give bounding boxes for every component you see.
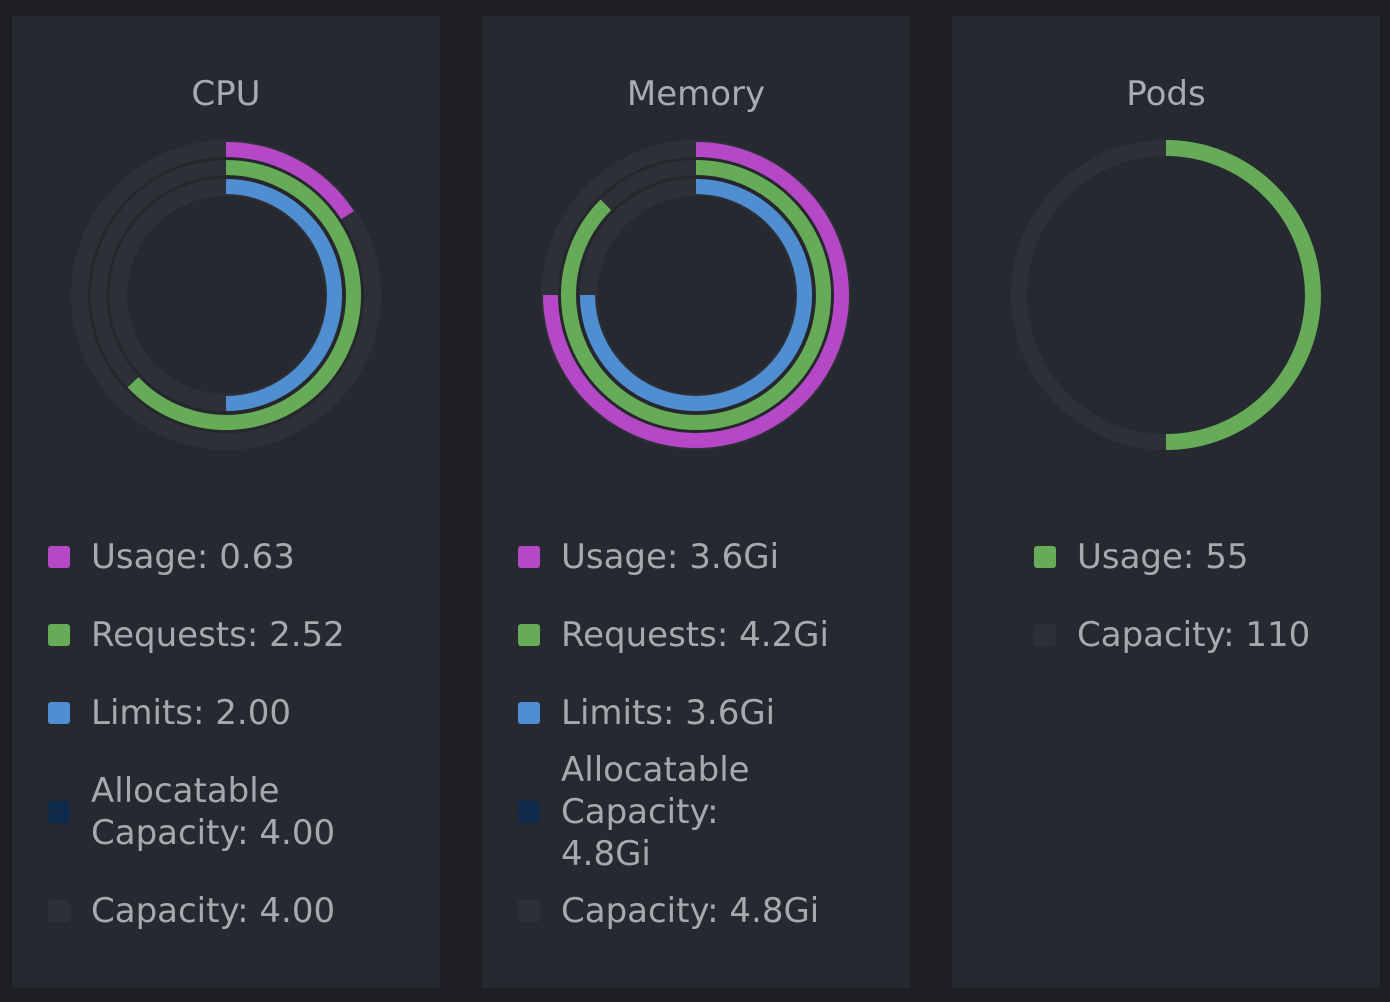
ring-separator [576,175,816,415]
panel-title: CPU [191,74,261,114]
legend-item-capacity: Capacity: 4.00 [48,872,430,950]
requests-swatch [48,624,70,646]
legend-item-usage: Usage: 55 [1034,518,1370,596]
legend-label: Capacity: 4.8Gi [561,891,820,931]
legend-label: Limits: 2.00 [91,693,291,733]
requests-arc [561,160,831,430]
capacity-swatch [518,900,540,922]
legend-label: Capacity: 110 [1077,615,1311,655]
allocatable-swatch [48,801,70,823]
legend-label: Usage: 3.6Gi [561,537,780,577]
legend-item-usage: Usage: 3.6Gi [518,518,900,596]
legend-label: Requests: 2.52 [91,615,345,655]
legend-label: Usage: 55 [1077,537,1249,577]
cpu-panel: CPU Usage: 0.63 Requests: 2.52 Limits: 2… [12,16,440,988]
allocatable-swatch [518,801,540,823]
cpu-donut-chart [71,140,381,450]
legend-label: Capacity: 4.00 [91,891,336,931]
pods-legend: Usage: 55 Capacity: 110 [1034,518,1370,674]
memory-panel: Memory Usage: 3.6Gi Requests: 4.2Gi Limi… [482,16,910,988]
legend-item-capacity: Capacity: 4.8Gi [518,872,900,950]
capacity-swatch [1034,624,1056,646]
legend-label: Usage: 0.63 [91,537,295,577]
memory-legend: Usage: 3.6Gi Requests: 4.2Gi Limits: 3.6… [518,518,900,950]
legend-label: Requests: 4.2Gi [561,615,829,655]
cpu-legend: Usage: 0.63 Requests: 2.52 Limits: 2.00 … [48,518,430,950]
pods-panel: Pods Usage: 55 Capacity: 110 [952,16,1380,988]
capacity-swatch [48,900,70,922]
legend-item-usage: Usage: 0.63 [48,518,430,596]
legend-item-requests: Requests: 2.52 [48,596,430,674]
legend-item-limits: Limits: 2.00 [48,674,430,752]
ring-separator [106,175,346,415]
panel-title: Memory [626,74,766,114]
usage-swatch [1034,546,1056,568]
requests-arc [1165,140,1321,450]
limits-swatch [518,702,540,724]
usage-swatch [518,546,540,568]
legend-label: Allocatable Capacity: 4.00 [91,771,336,853]
ring-separator [88,157,364,433]
legend-item-limits: Limits: 3.6Gi [518,674,900,752]
requests-swatch [518,624,540,646]
resource-panels: CPU Usage: 0.63 Requests: 2.52 Limits: 2… [0,0,1390,1002]
memory-donut-chart [541,140,851,450]
legend-item-requests: Requests: 4.2Gi [518,596,900,674]
panel-title: Pods [1126,74,1206,114]
limits-swatch [48,702,70,724]
usage-swatch [48,546,70,568]
legend-item-allocatable: Allocatable Capacity: 4.00 [48,752,430,872]
legend-label: Limits: 3.6Gi [561,693,776,733]
legend-item-allocatable: Allocatable Capacity: 4.8Gi [518,750,900,874]
legend-label: Allocatable Capacity: 4.8Gi [561,750,750,874]
ring-separator [558,157,834,433]
pods-donut-chart [1011,140,1321,450]
legend-item-capacity: Capacity: 110 [1034,596,1370,674]
